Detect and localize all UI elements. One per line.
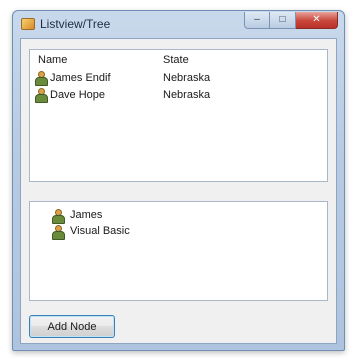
- list-item[interactable]: James Endif Nebraska: [30, 70, 327, 87]
- minimize-button[interactable]: –: [244, 12, 270, 29]
- add-node-button[interactable]: Add Node: [29, 315, 115, 338]
- list-view-header: Name State: [30, 50, 327, 69]
- list-item-name: James Endif: [50, 72, 111, 84]
- tree-node-label: Visual Basic: [70, 225, 130, 237]
- caption-buttons: – □ ✕: [244, 12, 338, 29]
- app-icon: [21, 18, 35, 30]
- tree-node-label: James: [70, 209, 103, 221]
- column-header-state[interactable]: State: [163, 54, 189, 66]
- person-icon: [52, 209, 65, 224]
- person-icon: [35, 71, 48, 86]
- tree-view[interactable]: James Visual Basic: [29, 201, 328, 301]
- list-view[interactable]: Name State James Endif Nebraska Dave Hop…: [29, 49, 328, 182]
- list-item-state: Nebraska: [163, 72, 211, 84]
- app-window: Listview/Tree – □ ✕ Name State James End…: [12, 10, 345, 351]
- window-title: Listview/Tree: [40, 17, 111, 31]
- client-area: Name State James Endif Nebraska Dave Hop…: [20, 38, 337, 344]
- column-header-name[interactable]: Name: [38, 54, 67, 66]
- list-item-name: Dave Hope: [50, 89, 106, 101]
- person-icon: [52, 225, 65, 240]
- title-bar[interactable]: Listview/Tree – □ ✕: [13, 11, 344, 38]
- close-button[interactable]: ✕: [296, 12, 338, 29]
- person-icon: [35, 88, 48, 103]
- list-item-state: Nebraska: [163, 89, 211, 101]
- maximize-button[interactable]: □: [270, 12, 296, 29]
- list-item[interactable]: Dave Hope Nebraska: [30, 87, 327, 104]
